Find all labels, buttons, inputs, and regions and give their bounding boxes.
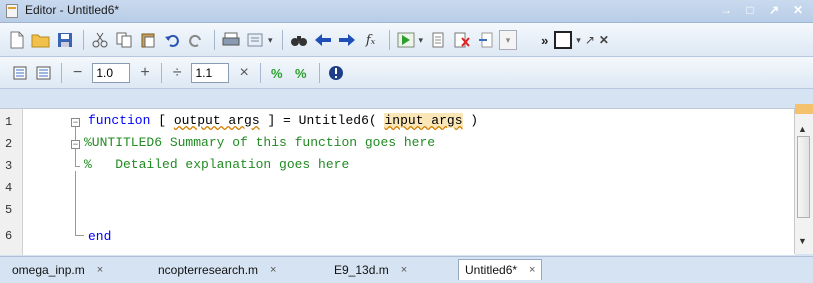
- function-browser-icon[interactable]: fₓ: [360, 29, 382, 51]
- editor-doc-icon: [6, 4, 18, 18]
- decrement-value-field[interactable]: 1.0: [92, 63, 131, 83]
- tab-close-icon[interactable]: ×: [529, 264, 535, 276]
- divide-button[interactable]: ÷: [173, 64, 182, 82]
- go-forward-icon[interactable]: [336, 29, 358, 51]
- toolbar-separator: [214, 30, 215, 50]
- dropdown-icon[interactable]: ▾: [268, 35, 273, 46]
- code-text: ] = Untitled6(: [259, 113, 385, 128]
- set-breakpoint-icon[interactable]: [427, 29, 449, 51]
- vertical-scrollbar[interactable]: ▲ ▼: [794, 104, 813, 254]
- line-number: 4: [5, 181, 13, 195]
- clear-breakpoints-icon[interactable]: [451, 29, 473, 51]
- cell-toolbar: − 1.0 + ÷ 1.1 × % %: [0, 57, 813, 89]
- tab-close-icon[interactable]: ×: [401, 264, 407, 276]
- line-number: 2: [5, 137, 13, 151]
- output-args: output args: [173, 113, 260, 128]
- publish-icon[interactable]: [244, 29, 266, 51]
- layout-dropdown-icon[interactable]: ▾: [576, 35, 581, 46]
- toolbar-separator: [259, 63, 261, 83]
- save-icon[interactable]: [54, 29, 76, 51]
- code-line-1: function [ output args ] = Untitled6( in…: [88, 113, 478, 128]
- fold-comment-icon[interactable]: −: [71, 140, 80, 149]
- scroll-marker: [795, 104, 813, 114]
- multiply-button[interactable]: ×: [239, 64, 248, 82]
- line-number: 3: [5, 159, 13, 173]
- maximize-icon[interactable]: □: [741, 2, 759, 18]
- tab-label: omega_inp.m: [12, 262, 85, 277]
- tab-omega-inp[interactable]: omega_inp.m ×: [12, 259, 103, 280]
- run-dropdown-icon[interactable]: ▾: [419, 35, 424, 46]
- code-line-2: %UNTITLED6 Summary of this function goes…: [84, 135, 436, 150]
- toolbar-separator: [388, 30, 390, 50]
- paste-icon[interactable]: [137, 29, 159, 51]
- tab-label: ncopterresearch.m: [158, 262, 259, 277]
- close-toolbar-icon[interactable]: ✕: [599, 33, 609, 47]
- run-icon[interactable]: [395, 29, 417, 51]
- help-icon[interactable]: [325, 62, 347, 84]
- redo-icon[interactable]: [185, 29, 207, 51]
- toolbar-separator: [318, 63, 320, 83]
- document-tabs: omega_inp.m × ncopterresearch.m × E9_13d…: [0, 256, 813, 283]
- scroll-down-icon[interactable]: ▼: [798, 236, 807, 246]
- code-line-6: end: [88, 229, 112, 244]
- divide-value-field[interactable]: 1.1: [191, 63, 230, 83]
- line-number-gutter: 1 2 3 4 5 6: [0, 109, 23, 255]
- insert-cell-icon[interactable]: [8, 62, 30, 84]
- tab-e9-13d[interactable]: E9_13d.m ×: [334, 259, 407, 280]
- fold-line: [75, 127, 76, 140]
- fold-line: [75, 171, 76, 235]
- line-number: 1: [5, 115, 13, 129]
- toolbar-overflow-icon[interactable]: »: [541, 33, 548, 48]
- main-toolbar: ▾ fₓ ▾ ▾ » ▾ ↗ ✕: [0, 23, 813, 57]
- code-text: [: [150, 113, 174, 128]
- undock-icon[interactable]: →: [717, 2, 735, 18]
- line-number: 6: [5, 229, 13, 243]
- copy-icon[interactable]: [113, 29, 135, 51]
- cut-icon[interactable]: [89, 29, 111, 51]
- print-icon[interactable]: [220, 29, 242, 51]
- scroll-thumb[interactable]: [797, 136, 810, 218]
- tab-close-icon[interactable]: ×: [270, 264, 276, 276]
- tab-label: E9_13d.m: [334, 262, 389, 277]
- window-title: Editor - Untitled6*: [25, 3, 120, 17]
- window-controls: → □ ↗ ✕: [717, 2, 807, 18]
- comment-icon[interactable]: %: [266, 62, 288, 84]
- code-text: ): [462, 113, 479, 128]
- tab-ncopterresearch[interactable]: ncopterresearch.m ×: [158, 259, 276, 280]
- tab-untitled6[interactable]: Untitled6* ×: [458, 259, 543, 280]
- line-number: 5: [5, 203, 13, 217]
- go-back-icon[interactable]: [312, 29, 334, 51]
- close-icon[interactable]: ✕: [789, 2, 807, 18]
- keyword-function: function: [88, 113, 151, 128]
- toolbar-separator: [61, 63, 62, 83]
- toolbar-separator: [160, 63, 162, 83]
- fold-function-icon[interactable]: −: [71, 118, 80, 127]
- tab-close-icon[interactable]: ×: [97, 264, 103, 276]
- find-icon[interactable]: [288, 29, 310, 51]
- code-line-3: % Detailed explanation goes here: [84, 157, 350, 172]
- step-dropdown-icon[interactable]: ▾: [499, 30, 518, 50]
- step-icon[interactable]: [475, 29, 497, 51]
- increment-button[interactable]: +: [140, 64, 149, 82]
- title-bar: Editor - Untitled6* → □ ↗ ✕: [0, 0, 813, 23]
- uncomment-icon[interactable]: %: [290, 62, 312, 84]
- fold-line: [75, 235, 84, 236]
- fold-line: [75, 149, 76, 166]
- code-editor[interactable]: 1 2 3 4 5 6 − − function [ output args ]…: [0, 108, 795, 255]
- toolbar-separator: [281, 30, 283, 50]
- tab-label: Untitled6*: [465, 263, 518, 277]
- undo-icon[interactable]: [161, 29, 183, 51]
- dock-icon[interactable]: ↗: [765, 2, 783, 18]
- cell-mode-icon[interactable]: [32, 62, 54, 84]
- undock-toolbar-icon[interactable]: ↗: [585, 33, 595, 47]
- open-folder-icon[interactable]: [30, 29, 52, 51]
- toolbar-separator: [83, 30, 84, 50]
- decrement-button[interactable]: −: [73, 64, 82, 82]
- fold-line: [75, 166, 80, 167]
- input-args: input args: [384, 113, 463, 128]
- scroll-up-icon[interactable]: ▲: [798, 124, 807, 134]
- layout-icon[interactable]: [552, 29, 574, 51]
- new-file-icon[interactable]: [6, 29, 28, 51]
